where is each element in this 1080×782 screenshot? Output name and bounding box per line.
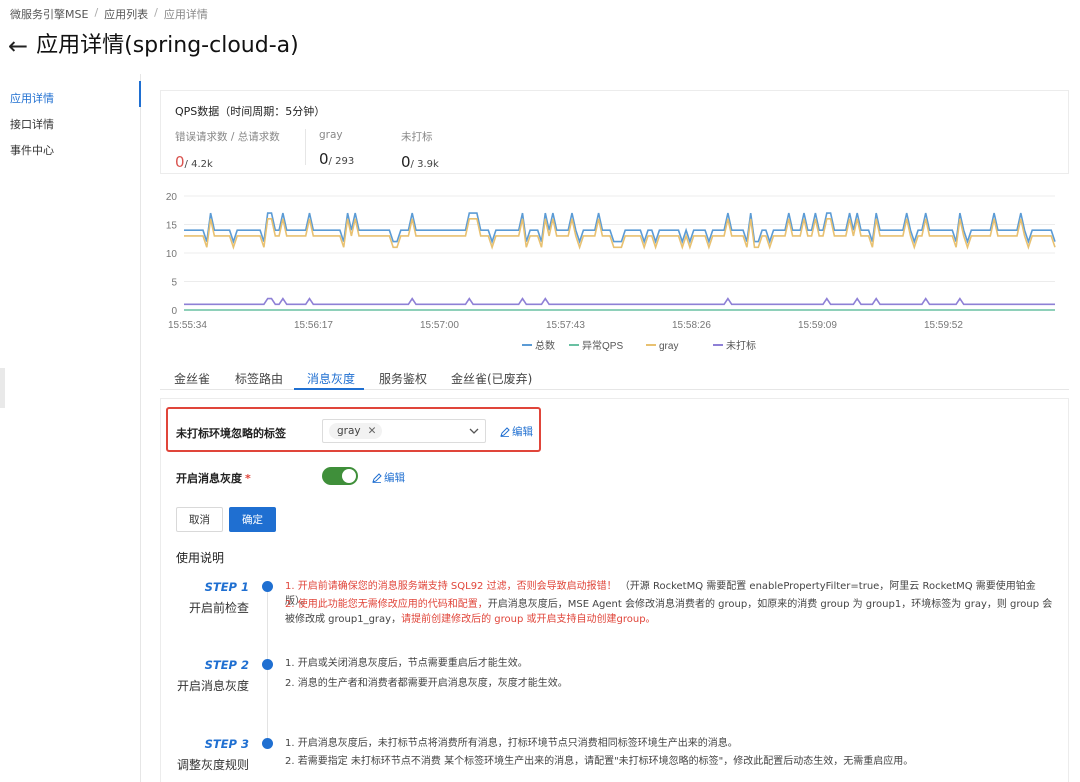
legend-label: 未打标	[726, 339, 756, 352]
switch-label: 开启消息灰度 *	[176, 472, 251, 485]
edit-label: 编辑	[512, 426, 533, 438]
stat-label: gray	[319, 129, 343, 141]
stat-total: / 3.9k	[410, 159, 439, 170]
sidebar: 应用详情 接口详情 事件中心	[0, 74, 141, 782]
message-gray-switch[interactable]	[322, 467, 358, 485]
back-arrow-icon[interactable]: ←	[8, 32, 28, 60]
edit-icon	[372, 472, 382, 483]
y-tick-label: 5	[171, 278, 177, 289]
breadcrumb-separator: /	[154, 6, 158, 19]
breadcrumb-separator: /	[94, 6, 99, 19]
x-tick-label: 15:59:09	[798, 320, 837, 331]
step-text: 2. 消息的生产者和消费者都需要开启消息灰度，灰度才能生效。	[285, 678, 568, 689]
ignore-tag-select[interactable]: gray ✕	[322, 419, 486, 443]
tag-label: gray	[337, 425, 361, 437]
edit-icon	[500, 426, 510, 437]
stat-divider	[305, 129, 306, 165]
step-name: 开启前检查	[188, 601, 249, 615]
step-number: STEP 2	[204, 658, 249, 672]
close-icon[interactable]: ✕	[368, 423, 377, 439]
stat-total: / 293	[328, 156, 355, 167]
page-title: 应用详情(spring-cloud-a)	[36, 33, 299, 58]
sidebar-item-app-detail[interactable]: 应用详情	[10, 90, 54, 106]
stat-errors: 错误请求数 / 总请求数 0/ 4.2k	[175, 129, 280, 171]
stat-label: 未打标	[401, 131, 433, 143]
breadcrumb-mse[interactable]: 微服务引擎MSE	[10, 6, 88, 22]
tab-bar: 金丝雀 标签路由 消息灰度 服务鉴权 金丝雀(已废弃)	[160, 364, 1069, 390]
required-mark: *	[245, 472, 251, 485]
step-text: 1. 开启或关闭消息灰度后，节点需要重启后才能生效。	[285, 658, 528, 669]
step-text: 2. 使用此功能您无需修改应用的代码和配置，开启消息灰度后，MSE Agent …	[285, 599, 1053, 625]
stat-label: 错误请求数 / 总请求数	[175, 131, 280, 143]
qps-title: QPS数据（时间周期：5分钟）	[175, 105, 326, 118]
stat-gray: gray 0/ 293	[319, 129, 354, 168]
breadcrumb-app-list[interactable]: 应用列表	[104, 6, 148, 22]
chevron-down-icon[interactable]	[468, 425, 480, 437]
y-tick-label: 20	[166, 192, 178, 203]
sidebar-active-indicator	[139, 81, 141, 107]
stat-untagged: 未打标 0/ 3.9k	[401, 129, 439, 171]
step-text: 2. 若需要指定 未打标环节点不消费 某个标签环境生产出来的消息，请配置"未打标…	[285, 756, 914, 767]
stat-value: 0	[401, 153, 411, 171]
step-dot	[262, 659, 273, 670]
step-name: 开启消息灰度	[176, 679, 249, 693]
series-line	[184, 217, 1056, 250]
tab-tag-routing[interactable]: 标签路由	[235, 370, 283, 387]
x-tick-label: 15:58:26	[672, 320, 711, 331]
sidebar-item-event-center[interactable]: 事件中心	[10, 142, 54, 158]
series-line	[184, 297, 1055, 306]
ignore-tag-label: 未打标环境忽略的标签	[176, 427, 286, 440]
usage-title: 使用说明	[176, 551, 225, 565]
x-tick-label: 15:59:52	[924, 320, 963, 331]
y-tick-label: 10	[166, 249, 178, 260]
step-dot	[262, 581, 273, 592]
legend-label: gray	[659, 341, 678, 352]
breadcrumb-current: 应用详情	[163, 8, 208, 21]
tab-service-auth[interactable]: 服务鉴权	[379, 370, 427, 387]
stat-total: / 4.2k	[184, 159, 213, 170]
x-tick-label: 15:57:00	[420, 320, 459, 331]
step-number: STEP 3	[204, 737, 249, 751]
edit-switch-link[interactable]: 编辑	[372, 470, 405, 485]
stat-value: 0	[175, 153, 185, 171]
edit-label: 编辑	[384, 472, 405, 484]
step-dot	[262, 738, 273, 749]
y-tick-label: 0	[171, 306, 177, 317]
x-tick-label: 15:57:43	[546, 320, 585, 331]
chart-svg: 0 5 10 15 20 15:55:34 15:56:17 15:57:00 15:57:43…	[166, 192, 1056, 352]
sidebar-collapse-handle[interactable]	[0, 368, 5, 408]
selected-tag: gray ✕	[329, 423, 383, 439]
qps-line-chart: 0 5 10 15 20 15:55:34 15:56:17 15:57:00 15:57:43…	[160, 186, 1069, 356]
stat-value: 0	[319, 150, 329, 168]
legend-label: 异常QPS	[582, 339, 623, 352]
tab-canary[interactable]: 金丝雀	[174, 370, 210, 387]
tab-active-underline	[294, 388, 364, 390]
message-gray-panel: 未打标环境忽略的标签 gray ✕ 编辑 开启消息灰度 * 编辑 取消 确定 使用…	[160, 398, 1069, 782]
step-name: 调整灰度规则	[176, 758, 249, 772]
step-text: 1. 开启消息灰度后，未打标节点将消费所有消息，打标环境节点只消费相同标签环境生…	[285, 738, 738, 749]
sidebar-item-api-detail[interactable]: 接口详情	[10, 116, 54, 132]
x-tick-label: 15:56:17	[294, 320, 333, 331]
legend-label: 总数	[535, 339, 555, 352]
breadcrumb: 微服务引擎MSE / 应用列表 / 应用详情	[10, 6, 208, 22]
tab-message-gray[interactable]: 消息灰度	[307, 370, 355, 387]
y-tick-label: 15	[166, 221, 178, 232]
confirm-button[interactable]: 确定	[229, 507, 276, 532]
cancel-button[interactable]: 取消	[176, 507, 223, 532]
tab-canary-deprecated[interactable]: 金丝雀(已废弃)	[451, 370, 532, 387]
edit-ignore-tag-link[interactable]: 编辑	[500, 424, 533, 439]
qps-card: QPS数据（时间周期：5分钟） 错误请求数 / 总请求数 0/ 4.2k gra…	[160, 90, 1069, 174]
x-tick-label: 15:55:34	[168, 320, 207, 331]
step-number: STEP 1	[204, 580, 249, 594]
